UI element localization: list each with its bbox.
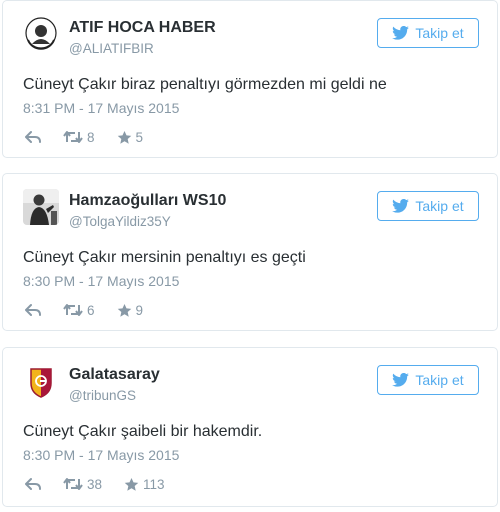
avatar[interactable] [23,363,59,399]
favorite-count: 5 [135,129,144,145]
tweet-card: ATIF HOCA HABER @ALIATIFBIR Takip et Cün… [2,0,498,158]
follow-label: Takip et [415,25,464,41]
tweet-actions: 8 5 [25,128,165,146]
tweet-timestamp[interactable]: 8:30 PM - 17 Mayıs 2015 [23,273,179,289]
user-handle[interactable]: @tribunGS [69,388,136,403]
follow-label: Takip et [415,198,464,214]
reply-button[interactable] [25,477,41,491]
user-handle[interactable]: @TolgaYildiz35Y [69,214,171,229]
star-icon [124,477,139,491]
tweet-timestamp[interactable]: 8:31 PM - 17 Mayıs 2015 [23,100,179,116]
user-handle[interactable]: @ALIATIFBIR [69,41,154,56]
tweet-text: Cüneyt Çakır mersinin penaltıyı es geçti [23,249,306,266]
retweet-button[interactable]: 8 [63,130,95,145]
favorite-count: 9 [135,302,144,318]
tweet-card: Hamzaoğulları WS10 @TolgaYildiz35Y Takip… [2,173,498,331]
retweet-button[interactable]: 38 [63,477,102,492]
favorite-button[interactable]: 9 [117,302,144,318]
display-name[interactable]: ATIF HOCA HABER [69,19,216,37]
display-name[interactable]: Hamzaoğulları WS10 [69,192,226,210]
follow-button[interactable]: Takip et [377,191,479,221]
star-icon [117,303,131,317]
reply-button[interactable] [25,130,41,144]
twitter-bird-icon [392,26,410,40]
reply-icon [25,131,41,143]
favorite-button[interactable]: 5 [117,129,144,145]
retweet-icon [63,131,83,143]
tweet-card: Galatasaray @tribunGS Takip et Cüneyt Ça… [2,347,498,507]
tweet-timestamp[interactable]: 8:30 PM - 17 Mayıs 2015 [23,447,179,463]
display-name[interactable]: Galatasaray [69,366,160,384]
tweet-actions: 6 9 [25,301,165,319]
person-avatar-icon [23,189,59,225]
retweet-count: 38 [87,476,103,492]
retweet-count: 8 [87,129,95,145]
tweet-actions: 38 113 [25,475,187,493]
reply-icon [25,478,41,490]
star-icon [117,130,131,144]
tweet-text: Cüneyt Çakır şaibeli bir hakemdir. [23,423,263,440]
retweet-icon [63,304,83,316]
retweet-icon [63,478,83,490]
follow-label: Takip et [415,372,464,388]
avatar[interactable] [23,16,59,52]
tweet-text: Cüneyt Çakır biraz penaltıyı görmezden m… [23,76,387,93]
twitter-bird-icon [392,199,410,213]
follow-button[interactable]: Takip et [377,18,479,48]
reply-button[interactable] [25,303,41,317]
reply-icon [25,304,41,316]
follow-button[interactable]: Takip et [377,365,479,395]
atif-hoca-avatar-icon [23,16,59,52]
favorite-button[interactable]: 113 [124,477,165,492]
avatar[interactable] [23,189,59,225]
galatasaray-logo-icon [23,363,59,399]
retweet-count: 6 [87,302,95,318]
retweet-button[interactable]: 6 [63,303,95,318]
twitter-bird-icon [392,373,410,387]
favorite-count: 113 [143,476,165,492]
